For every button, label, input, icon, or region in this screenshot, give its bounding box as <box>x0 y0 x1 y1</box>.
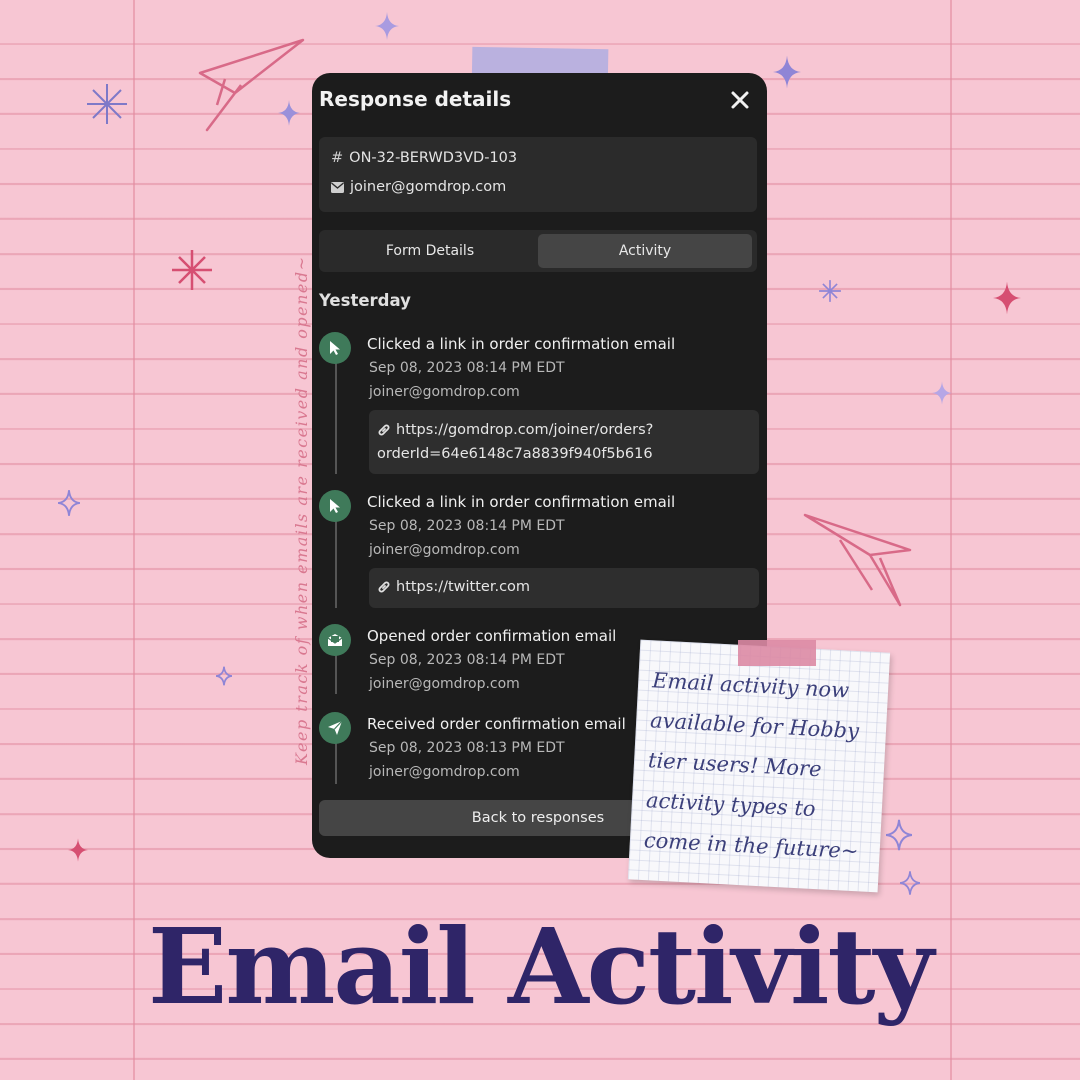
hash-icon: # <box>331 150 344 166</box>
date-group-label: Yesterday <box>319 291 411 310</box>
activity-title: Opened order confirmation email <box>367 627 617 645</box>
link-url: https://twitter.com <box>396 579 531 595</box>
activity-title: Clicked a link in order confirmation ema… <box>367 335 676 353</box>
activity-title: Clicked a link in order confirmation ema… <box>367 493 676 511</box>
tab-form-details[interactable]: Form Details <box>323 234 537 268</box>
link-url-continued: orderId=64e6148c7a8839f940f5b616 <box>377 446 653 462</box>
link-box[interactable]: https://gomdrop.com/joiner/orders? order… <box>369 410 759 474</box>
cursor-icon <box>319 490 351 522</box>
order-id-row: # ON-32-BERWD3VD-103 <box>331 150 517 166</box>
sparkle-icon <box>278 100 300 126</box>
sparkle-icon <box>58 490 80 516</box>
sparkle-icon <box>886 819 912 851</box>
response-info: # ON-32-BERWD3VD-103 joiner@gomdrop.com <box>319 137 757 212</box>
activity-title: Received order confirmation email <box>367 715 626 733</box>
link-box[interactable]: https://twitter.com <box>369 568 759 608</box>
activity-email: joiner@gomdrop.com <box>369 676 520 692</box>
respondent-email: joiner@gomdrop.com <box>350 179 507 195</box>
headline: Email Activity <box>148 905 934 1028</box>
paper-plane-icon <box>319 712 351 744</box>
activity-time: Sep 08, 2023 08:13 PM EDT <box>369 740 565 756</box>
panel-title: Response details <box>319 87 512 111</box>
link-icon <box>378 424 390 436</box>
tab-activity[interactable]: Activity <box>538 234 752 268</box>
sparkle-icon <box>375 12 399 40</box>
activity-email: joiner@gomdrop.com <box>369 384 520 400</box>
order-id: ON-32-BERWD3VD-103 <box>349 150 518 166</box>
sparkle-icon <box>932 381 952 405</box>
opened-mail-icon <box>319 624 351 656</box>
sparkle-icon <box>993 281 1021 315</box>
sparkle-icon <box>172 250 212 290</box>
timeline-connector <box>335 520 337 608</box>
link-url: https://gomdrop.com/joiner/orders? <box>396 422 654 438</box>
sparkle-icon <box>68 838 88 862</box>
sparkle-icon <box>773 55 801 89</box>
timeline-connector <box>335 742 337 784</box>
tab-bar: Form Details Activity <box>319 230 757 272</box>
activity-time: Sep 08, 2023 08:14 PM EDT <box>369 652 565 668</box>
sparkle-icon <box>819 280 841 302</box>
vertical-caption: Keep track of when emails are received a… <box>292 255 311 765</box>
sticky-note: Email activity now available for Hobby t… <box>627 639 891 893</box>
timeline-connector <box>335 362 337 474</box>
envelope-icon <box>331 181 344 193</box>
activity-time: Sep 08, 2023 08:14 PM EDT <box>369 360 565 376</box>
sparkle-icon <box>87 84 127 124</box>
activity-email: joiner@gomdrop.com <box>369 542 520 558</box>
cursor-icon <box>319 332 351 364</box>
activity-time: Sep 08, 2023 08:14 PM EDT <box>369 518 565 534</box>
close-icon[interactable] <box>729 89 751 111</box>
activity-email: joiner@gomdrop.com <box>369 764 520 780</box>
timeline-connector <box>335 654 337 694</box>
sparkle-icon <box>900 871 920 895</box>
sticky-note-text: Email activity now available for Hobby t… <box>643 660 883 872</box>
link-icon <box>378 581 390 593</box>
washi-tape <box>738 640 816 666</box>
paper-plane-doodle <box>803 513 912 607</box>
sparkle-icon <box>216 666 232 686</box>
email-row: joiner@gomdrop.com <box>331 179 506 195</box>
panel-header: Response details <box>319 87 751 117</box>
